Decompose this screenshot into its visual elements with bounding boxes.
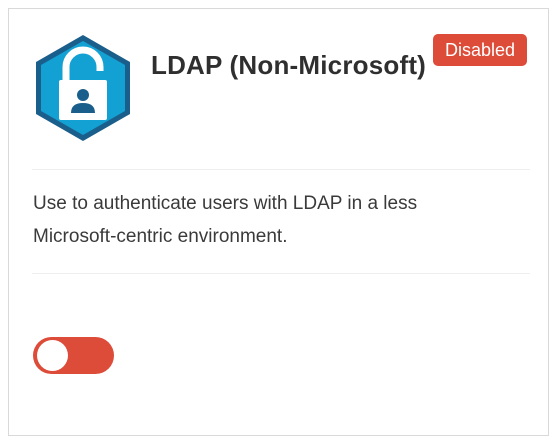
toggle-knob — [37, 340, 68, 371]
divider — [32, 273, 530, 274]
provider-title: LDAP (Non-Microsoft) — [151, 50, 427, 80]
lock-user-hexagon-icon — [33, 33, 133, 143]
provider-description: Use to authenticate users with LDAP in a… — [33, 193, 418, 247]
ldap-provider-card: LDAP (Non-Microsoft) Disabled Use to aut… — [8, 8, 549, 436]
divider — [32, 169, 530, 170]
status-badge: Disabled — [433, 34, 528, 66]
enable-toggle[interactable] — [33, 337, 114, 374]
